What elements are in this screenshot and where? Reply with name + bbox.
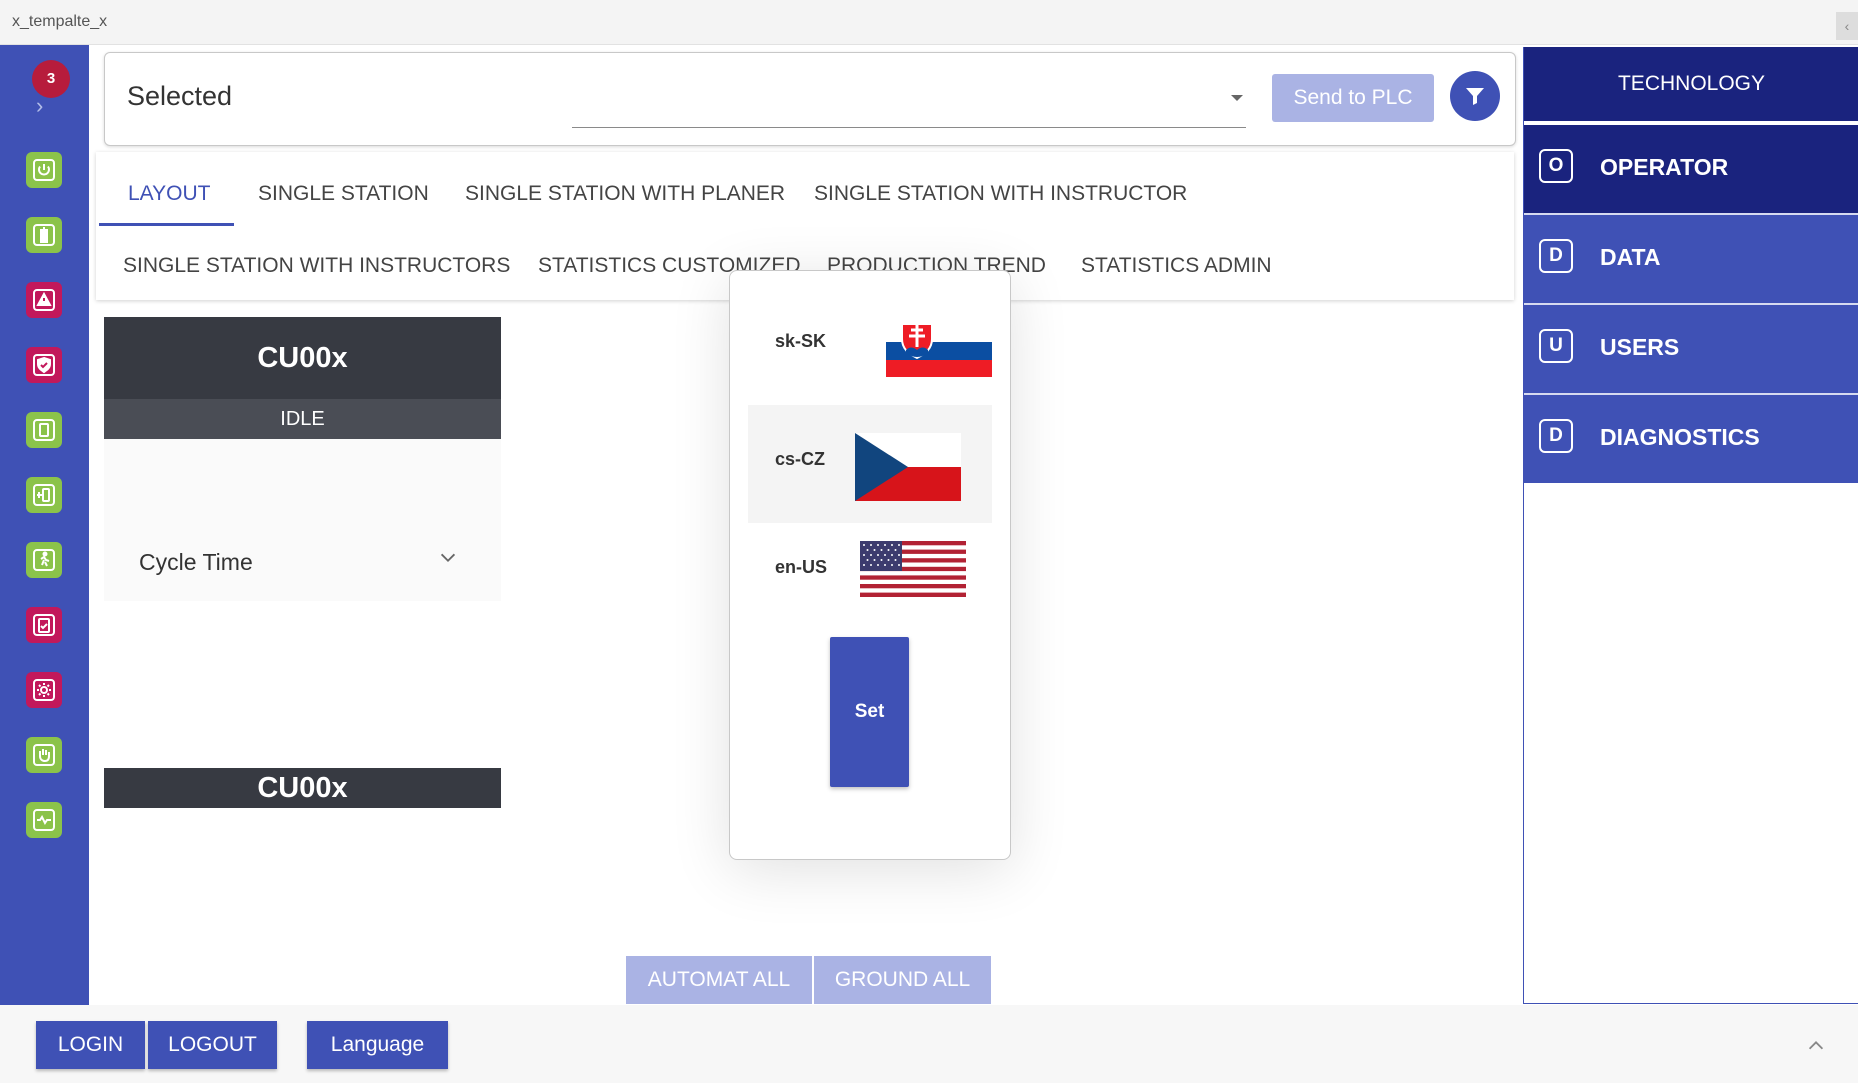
nav-item-label: DIAGNOSTICS <box>1600 424 1760 450</box>
language-code: en-US <box>775 557 828 577</box>
station-panel: Cycle Time <box>104 439 501 601</box>
bottom-bar: LOGIN LOGOUT Language <box>0 1005 1858 1083</box>
window-title: x_tempalte_x <box>12 13 108 30</box>
nav-item-users[interactable]: U USERS <box>1524 305 1858 393</box>
station-status: IDLE <box>104 399 501 439</box>
left-sidebar: 3 › <box>0 45 89 1005</box>
language-code: sk-SK <box>775 331 827 351</box>
usa-flag <box>860 541 966 597</box>
diagnostics-letter-icon: D <box>1539 419 1573 453</box>
warning-icon[interactable] <box>26 282 62 318</box>
device-transfer-icon[interactable] <box>26 477 62 513</box>
tab-single-station[interactable]: SINGLE STATION <box>258 182 429 206</box>
nav-item-operator[interactable]: O OPERATOR <box>1524 125 1858 213</box>
power-icon[interactable] <box>26 152 62 188</box>
station-name-2: CU00x <box>104 768 501 808</box>
clipboard-check-icon[interactable] <box>26 607 62 643</box>
chevron-down-icon[interactable] <box>437 547 459 569</box>
language-option-sk[interactable]: sk-SK <box>748 281 992 399</box>
nav-item-label: DATA <box>1600 244 1661 270</box>
running-person-icon[interactable] <box>26 542 62 578</box>
data-letter-icon: D <box>1539 239 1573 273</box>
logout-button[interactable]: LOGOUT <box>148 1021 277 1069</box>
language-popup: sk-SK cs-CZ en-US Set <box>729 270 1011 860</box>
login-button[interactable]: LOGIN <box>36 1021 145 1069</box>
language-option-us[interactable]: en-US <box>748 523 992 641</box>
window-titlebar: x_tempalte_x ‹ <box>0 0 1858 45</box>
send-to-plc-button[interactable]: Send to PLC <box>1272 74 1434 122</box>
chevron-up-icon[interactable] <box>1805 1035 1827 1057</box>
dropdown-arrow-icon[interactable] <box>1231 95 1243 101</box>
tab-single-station-instructor[interactable]: SINGLE STATION WITH INSTRUCTOR <box>814 182 1187 206</box>
language-button[interactable]: Language <box>307 1021 448 1069</box>
set-language-button[interactable]: Set <box>830 637 909 787</box>
station-name: CU00x <box>104 317 501 399</box>
tab-layout[interactable]: LAYOUT <box>128 182 210 206</box>
operator-letter-icon: O <box>1539 149 1573 183</box>
selection-dropdown[interactable] <box>572 127 1246 128</box>
selection-card: Selected Send to PLC <box>104 52 1516 146</box>
shield-check-icon[interactable] <box>26 347 62 383</box>
filter-button[interactable] <box>1450 71 1500 121</box>
language-code: cs-CZ <box>775 449 826 469</box>
nav-item-label: OPERATOR <box>1600 154 1729 180</box>
filter-icon <box>1466 88 1484 105</box>
ground-all-button[interactable]: GROUND ALL <box>814 956 991 1004</box>
gear-icon[interactable] <box>26 672 62 708</box>
right-nav-panel: TECHNOLOGY O OPERATOR D DATA U USERS D D… <box>1523 47 1858 1004</box>
active-tab-indicator <box>99 223 234 226</box>
device-icon[interactable] <box>26 412 62 448</box>
hand-stop-icon[interactable] <box>26 737 62 773</box>
language-option-cz[interactable]: cs-CZ <box>748 405 992 523</box>
cycle-time-label[interactable]: Cycle Time <box>139 549 253 576</box>
selected-label: Selected <box>127 81 233 111</box>
tab-single-station-instructors[interactable]: SINGLE STATION WITH INSTRUCTORS <box>123 254 510 278</box>
battery-icon[interactable] <box>26 217 62 253</box>
slovakia-flag <box>886 325 992 377</box>
nav-item-label: USERS <box>1600 334 1680 360</box>
automat-all-button[interactable]: AUTOMAT ALL <box>626 956 812 1004</box>
users-letter-icon: U <box>1539 329 1573 363</box>
czech-flag <box>855 433 961 501</box>
chevron-right-icon[interactable]: › <box>36 95 54 117</box>
technology-header[interactable]: TECHNOLOGY <box>1524 47 1858 121</box>
tab-statistics-admin[interactable]: STATISTICS ADMIN <box>1081 254 1272 278</box>
heart-pulse-icon[interactable] <box>26 802 62 838</box>
tab-single-station-planer[interactable]: SINGLE STATION WITH PLANER <box>465 182 785 206</box>
window-corner-button[interactable]: ‹ <box>1836 12 1858 40</box>
nav-item-diagnostics[interactable]: D DIAGNOSTICS <box>1524 395 1858 483</box>
nav-item-data[interactable]: D DATA <box>1524 215 1858 303</box>
